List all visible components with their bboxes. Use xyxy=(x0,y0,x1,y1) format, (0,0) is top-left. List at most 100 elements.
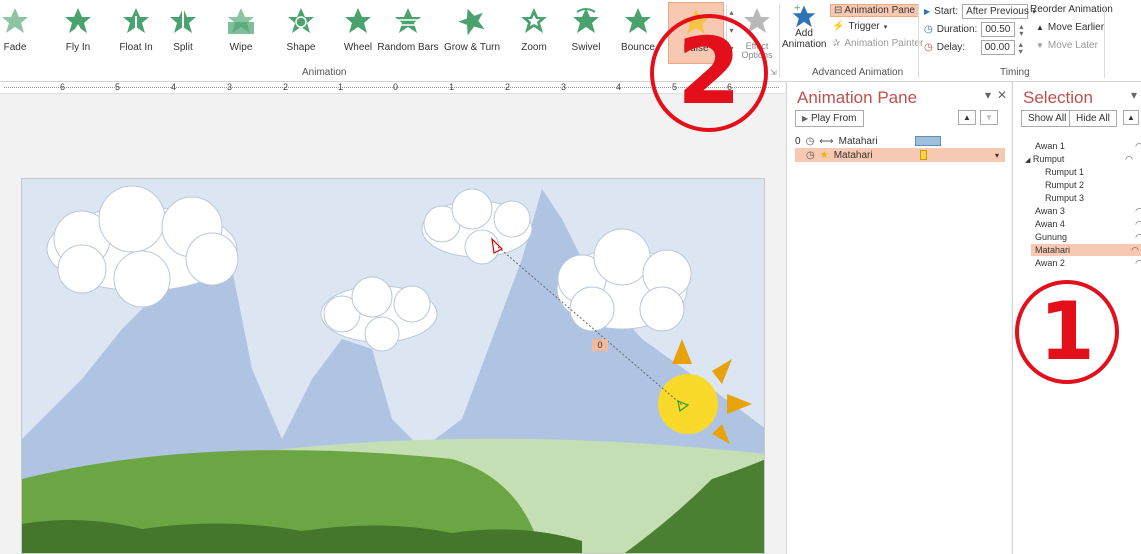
effect-wheel-button[interactable]: Wheel xyxy=(342,2,374,64)
shape-star-icon xyxy=(288,8,314,33)
eye-icon[interactable]: ◠ xyxy=(1135,257,1141,269)
slide-canvas[interactable]: 0 xyxy=(21,178,765,554)
pane-options-icon[interactable]: ▾ xyxy=(985,88,991,102)
wheel-star-icon xyxy=(345,8,371,33)
swivel-star-icon xyxy=(573,8,599,33)
animation-item-motion[interactable]: 0 ◷ ⟷ Matahari xyxy=(795,134,1005,148)
ruler-number: 2 xyxy=(283,82,289,92)
play-from-button[interactable]: ▶ Play From xyxy=(795,110,864,127)
animation-item-emphasis[interactable]: ◷ ★ Matahari ▾ xyxy=(795,148,1005,162)
ruler-number: 6 xyxy=(60,82,66,92)
chevron-down-icon[interactable]: ▾ xyxy=(995,151,999,160)
callout-number-two: 2 xyxy=(650,14,768,132)
up-triangle-icon: ▲ xyxy=(1036,23,1044,32)
hide-all-button[interactable]: Hide All xyxy=(1069,110,1117,127)
effect-random-bars-button[interactable]: Random Bars xyxy=(376,2,440,64)
eye-icon[interactable]: ◠ xyxy=(1131,244,1139,256)
cloud-awan-2 xyxy=(421,188,533,265)
duration-input[interactable]: 00.50 xyxy=(981,22,1016,37)
eye-icon[interactable]: ◠ xyxy=(1135,231,1141,243)
reorder-animation-label: Reorder Animation xyxy=(1030,4,1113,15)
effect-grow-turn-button[interactable]: Grow & Turn xyxy=(444,2,500,64)
cloud-awan-3 xyxy=(320,276,438,352)
random-bars-star-icon xyxy=(395,8,421,33)
delay-clock-icon: ◷ xyxy=(924,42,933,53)
split-star-icon xyxy=(170,8,196,34)
selection-item[interactable]: Rumput 3◠ xyxy=(1045,192,1141,204)
delay-input[interactable]: 00.00 xyxy=(980,40,1015,55)
selection-pane-title: Selection xyxy=(1023,88,1093,107)
move-earlier-button[interactable]: ▲ Move Earlier xyxy=(1036,22,1104,33)
selection-item[interactable]: Awan 1 ◠ xyxy=(1035,140,1141,152)
selection-item[interactable]: Gunung ◠ xyxy=(1035,231,1141,243)
ruler-number: 3 xyxy=(227,82,233,92)
effect-split-button[interactable]: Split xyxy=(166,2,200,64)
delay-spinner[interactable]: ▴ ▾ xyxy=(1019,40,1023,55)
selection-item[interactable]: Rumput 2◠ xyxy=(1045,179,1141,191)
animation-painter-button[interactable]: ✰ Animation Painter xyxy=(832,38,923,49)
pane-options-icon[interactable]: ▾ xyxy=(1131,88,1137,102)
effect-fade-button[interactable]: Fade xyxy=(0,2,30,64)
clock-icon: ◷ xyxy=(924,24,933,35)
move-later-button[interactable]: ▼ Move Later xyxy=(1036,40,1098,51)
effect-float-in-button[interactable]: Float In xyxy=(114,2,158,64)
effect-swivel-button[interactable]: Swivel xyxy=(566,2,606,64)
eye-icon[interactable]: ◠ xyxy=(1135,140,1141,152)
fly-in-star-icon xyxy=(65,8,91,35)
effect-shape-button[interactable]: Shape xyxy=(284,2,318,64)
eye-icon[interactable]: ◠ xyxy=(1125,153,1133,165)
clock-icon: ◷ xyxy=(805,135,815,147)
zoom-star-icon xyxy=(521,8,547,33)
show-all-button[interactable]: Show All xyxy=(1021,110,1074,127)
ruler-number: 0 xyxy=(393,82,399,92)
selection-item[interactable]: Awan 3 ◠ xyxy=(1035,205,1141,217)
delay-row: ◷ Delay: 00.00 ▴ ▾ xyxy=(924,39,1023,56)
ribbon-separator xyxy=(1104,4,1105,78)
bring-forward-button[interactable]: ▲ xyxy=(1123,110,1139,125)
duration-spinner[interactable]: ▴ ▾ xyxy=(1019,22,1023,37)
selection-item[interactable]: Awan 4 ◠ xyxy=(1035,218,1141,230)
ruler-number: 5 xyxy=(115,82,121,92)
effect-wipe-button[interactable]: Wipe xyxy=(226,2,256,64)
play-icon: ▶ xyxy=(802,114,809,123)
ruler-number: 1 xyxy=(338,82,344,92)
dialog-launcher-icon[interactable]: ⇲ xyxy=(770,68,777,77)
effect-zoom-button[interactable]: Zoom xyxy=(514,2,554,64)
advanced-animation-group-label: Advanced Animation xyxy=(812,67,904,78)
animation-order-tag[interactable]: 0 xyxy=(592,339,608,351)
ruler-number: 3 xyxy=(561,82,567,92)
callout-number-one: 1 xyxy=(1015,280,1119,384)
start-select[interactable]: After Previous xyxy=(962,4,1029,19)
add-animation-button[interactable]: + Add Animation xyxy=(782,2,826,64)
animation-group-label: Animation xyxy=(302,67,347,78)
animation-pane-icon: ⊟ xyxy=(834,5,843,16)
timing-bar[interactable] xyxy=(919,150,927,160)
start-row: ▶ Start: After Previous ▾ xyxy=(924,4,1036,19)
selection-item[interactable]: Awan 2 ◠ xyxy=(1035,257,1141,269)
add-animation-icon: + xyxy=(792,4,816,28)
eye-icon[interactable]: ◠ xyxy=(1135,218,1141,230)
selection-item-selected[interactable]: Matahari ◠ xyxy=(1031,244,1141,256)
expand-triangle-icon[interactable]: ◢ xyxy=(1025,157,1030,164)
slide-artwork xyxy=(22,185,764,553)
selection-group[interactable]: ◢ Rumput ◠ xyxy=(1025,153,1135,165)
timing-bar[interactable] xyxy=(914,136,941,146)
clock-icon: ◷ xyxy=(806,149,815,161)
grow-turn-star-icon xyxy=(458,8,485,36)
trigger-button[interactable]: ⚡ Trigger ▾ xyxy=(832,21,887,32)
wipe-star-icon xyxy=(228,8,254,34)
move-down-button[interactable]: ▼ xyxy=(980,110,998,125)
emphasis-star-icon: ★ xyxy=(819,149,829,161)
close-icon[interactable]: ✕ xyxy=(997,88,1007,102)
effect-fly-in-button[interactable]: Fly In xyxy=(58,2,98,64)
animation-pane-button[interactable]: ⊟ Animation Pane xyxy=(830,4,919,17)
eye-icon[interactable]: ◠ xyxy=(1135,205,1141,217)
move-up-button[interactable]: ▲ xyxy=(958,110,976,125)
ruler-number: 1 xyxy=(449,82,455,92)
animations-ribbon: Fade Fly In Float In Split Wipe Shape Wh… xyxy=(0,0,1141,82)
selection-item[interactable]: Rumput 1◠ xyxy=(1045,166,1141,178)
svg-text:+: + xyxy=(794,4,801,14)
ruler-number: 4 xyxy=(171,82,177,92)
duration-row: ◷ Duration: 00.50 ▴ ▾ xyxy=(924,21,1024,38)
ruler-number: 2 xyxy=(505,82,511,92)
